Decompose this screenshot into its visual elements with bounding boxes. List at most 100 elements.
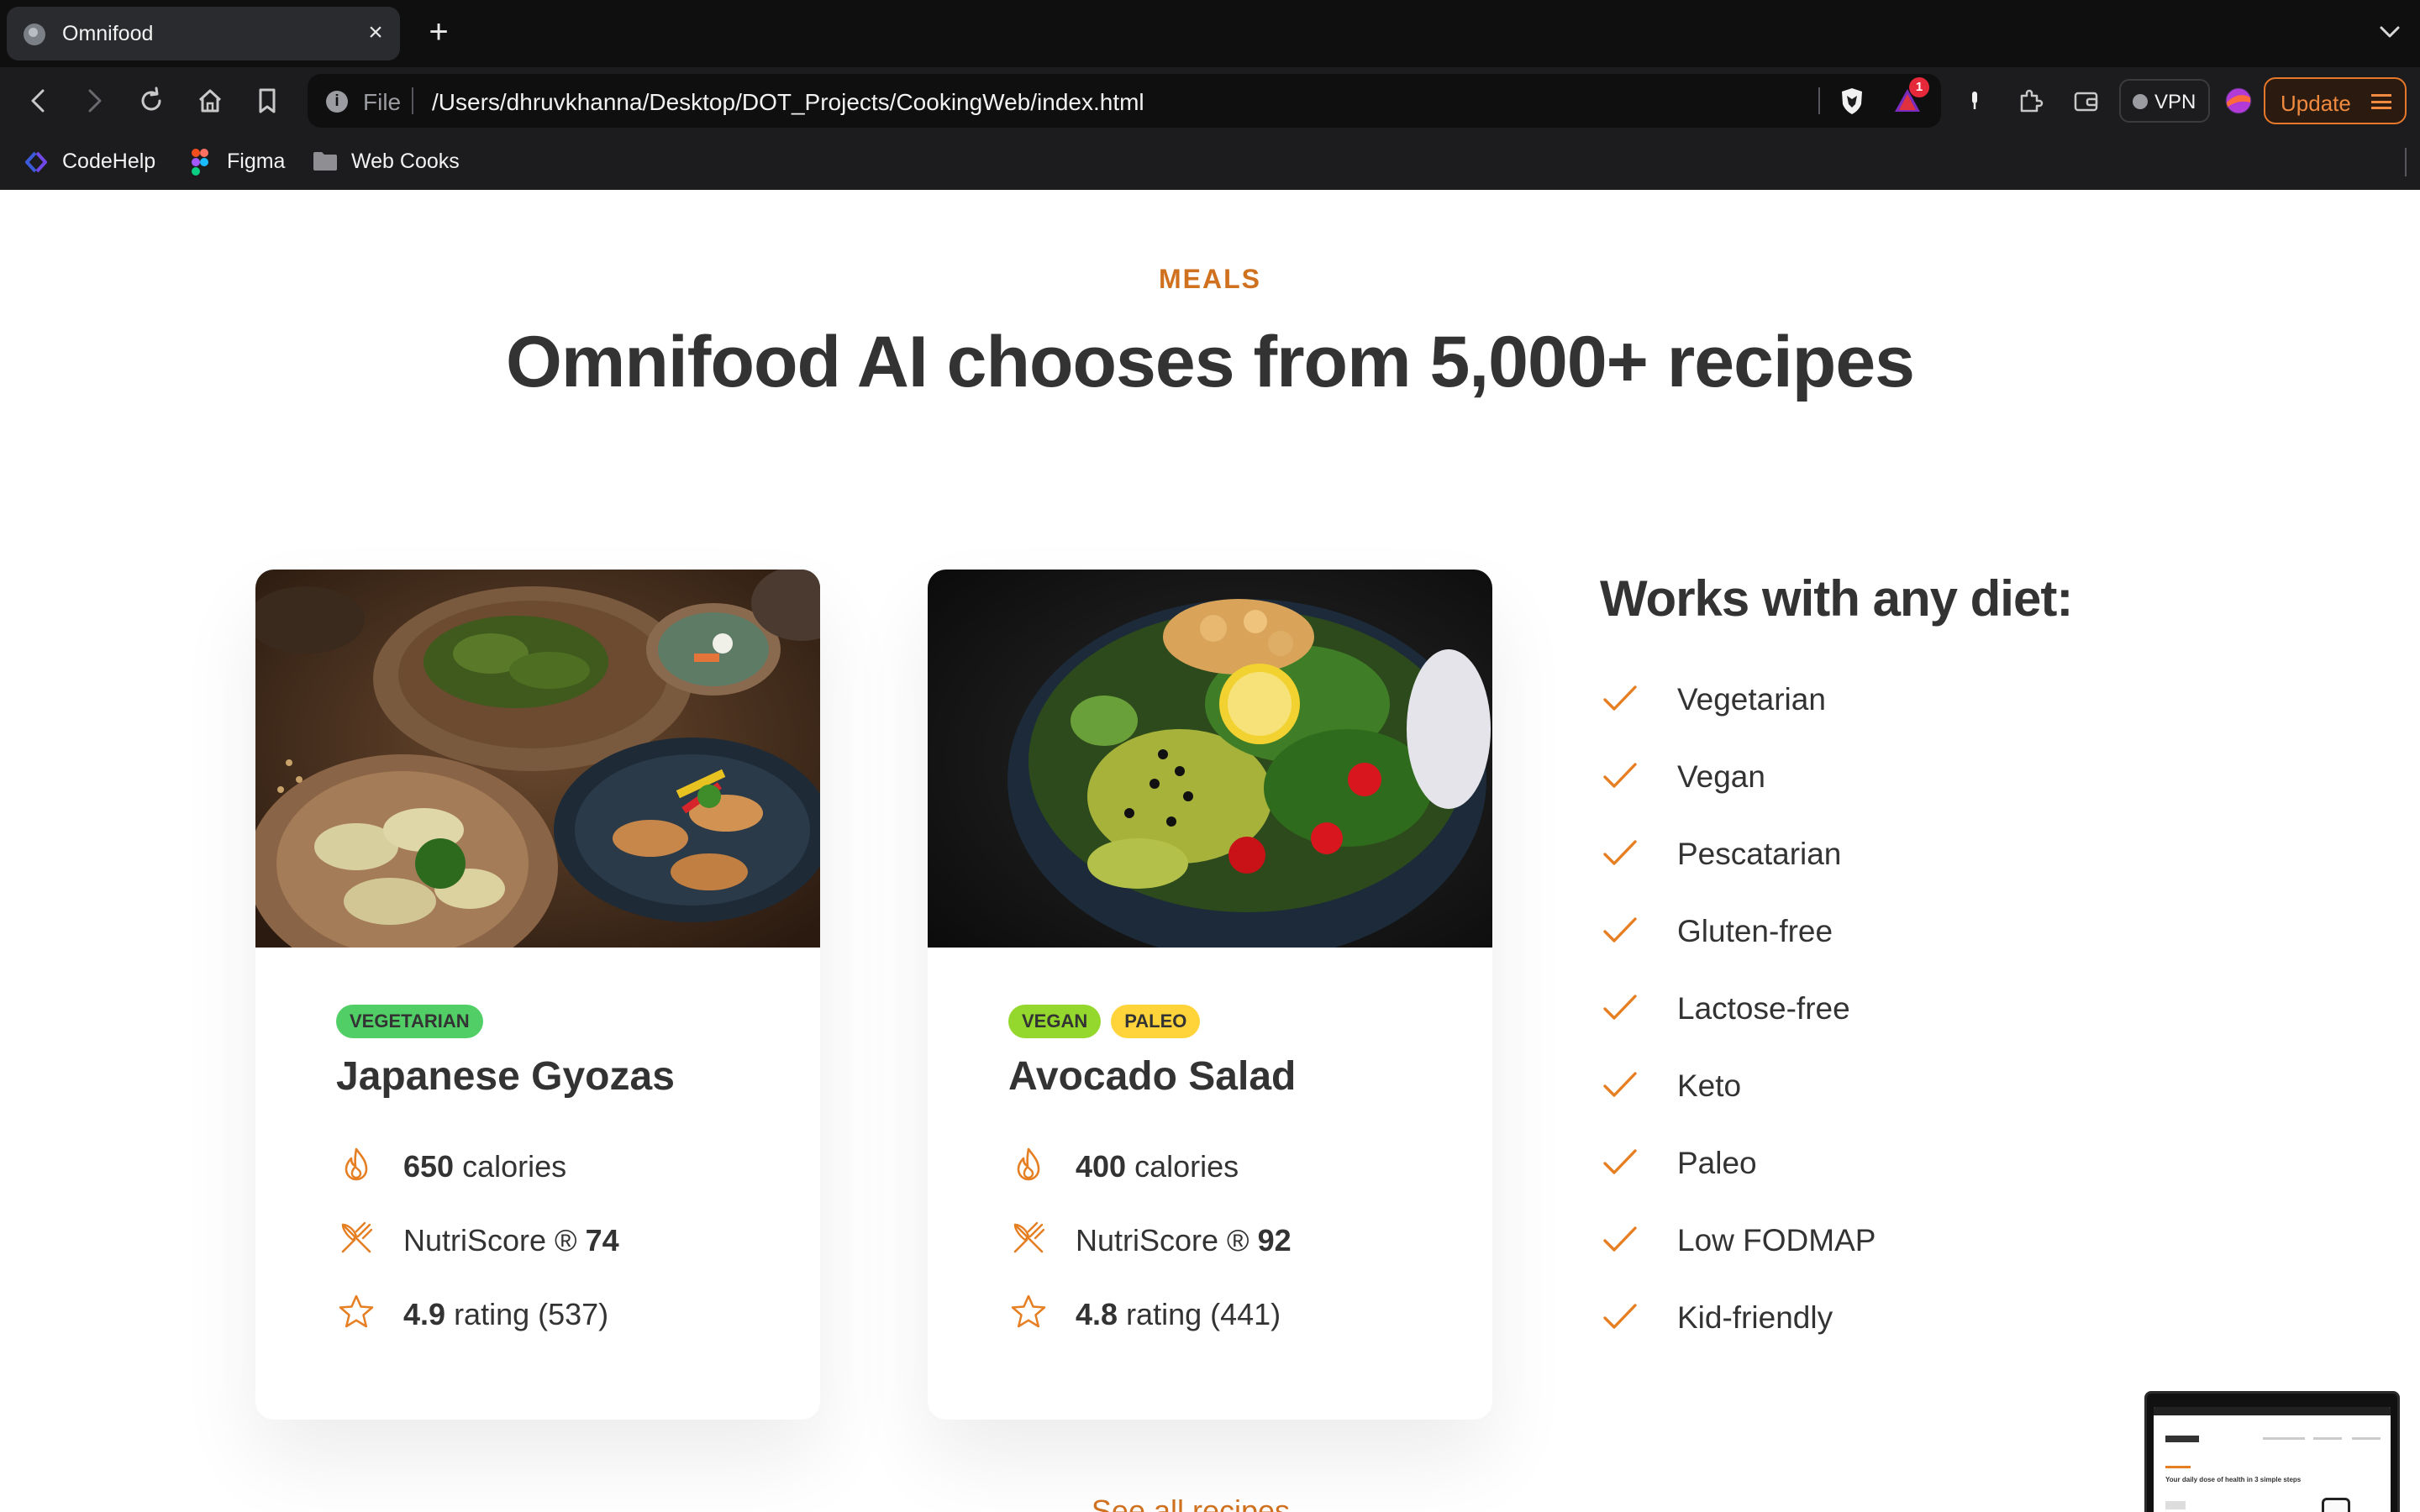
reload-icon[interactable] — [134, 84, 168, 118]
rating-count: rating (441) — [1126, 1297, 1281, 1331]
home-icon[interactable] — [193, 84, 227, 118]
bookmark-codehelp[interactable]: CodeHelp — [24, 146, 175, 176]
url-divider — [1818, 87, 1820, 114]
rating-value: 4.8 — [1076, 1297, 1118, 1331]
url-scheme: File — [363, 89, 402, 115]
section-subheading: MEALS — [1159, 264, 1261, 294]
brave-shields-icon[interactable] — [1835, 84, 1869, 118]
fork-knife-icon — [1013, 1221, 1045, 1253]
hamburger-menu-icon — [2371, 94, 2391, 109]
tag-paleo: PALEO — [1111, 1005, 1201, 1038]
calories-unit: calories — [462, 1149, 567, 1184]
calories-value: 650 — [403, 1149, 455, 1184]
globe-icon — [24, 24, 45, 45]
flame-icon — [1017, 1147, 1040, 1181]
diet-item: Pescatarian — [1600, 830, 2104, 877]
checkmark-icon — [1603, 995, 1637, 1020]
back-icon[interactable] — [22, 84, 55, 118]
calories-unit: calories — [1134, 1149, 1239, 1184]
figma-icon — [192, 149, 208, 176]
update-button[interactable]: Update — [2264, 77, 2407, 124]
notification-badge: 1 — [1909, 77, 1929, 97]
vpn-button[interactable]: VPN — [2119, 79, 2210, 123]
diet-label: Low FODMAP — [1677, 1223, 1876, 1257]
bookmarks-bar: CodeHelp Figma Web Cooks — [0, 134, 2420, 190]
nutriscore-label: NutriScore ® — [403, 1223, 577, 1257]
vpn-status-icon — [2133, 94, 2148, 109]
diet-item: Paleo — [1600, 1139, 2104, 1186]
picture-in-picture-preview[interactable]: Your daily dose of health in 3 simple st… — [2144, 1391, 2400, 1512]
new-tab-button[interactable]: + — [420, 13, 457, 50]
meal-card: VEGAN PALEO Avocado Salad 400 calories N… — [928, 570, 1492, 1420]
bookmarks-divider — [2405, 148, 2407, 176]
tab-title: Omnifood — [62, 22, 154, 45]
diet-list-title: Works with any diet: — [1600, 570, 2073, 627]
bookmark-label: Web Cooks — [351, 150, 460, 173]
diet-label: Pescatarian — [1677, 837, 1842, 871]
meal-title: Avocado Salad — [1008, 1054, 1297, 1099]
diet-label: Kid-friendly — [1677, 1300, 1833, 1335]
avocado-salad-photo — [928, 570, 1492, 948]
diet-label: Paleo — [1677, 1146, 1757, 1180]
update-label: Update — [2281, 91, 2351, 116]
section-heading: Omnifood AI chooses from 5,000+ recipes — [506, 322, 1915, 402]
diet-item: Vegetarian — [1600, 675, 2104, 722]
diet-tags: VEGAN PALEO — [1008, 1005, 1201, 1038]
forward-icon[interactable] — [77, 84, 111, 118]
tag-vegetarian: VEGETARIAN — [336, 1005, 483, 1038]
diet-label: Keto — [1677, 1068, 1742, 1103]
chevron-down-icon[interactable] — [2375, 17, 2405, 47]
see-all-recipes-link[interactable]: See all recipes → — [0, 1494, 2420, 1512]
star-icon — [1011, 1294, 1046, 1328]
nutriscore-value: 92 — [1257, 1223, 1292, 1257]
url-separator — [412, 87, 413, 114]
bookmark-figma[interactable]: Figma — [190, 146, 299, 176]
diet-item: Lactose-free — [1600, 984, 2104, 1032]
nutriscore-value: 74 — [585, 1223, 619, 1257]
extensions-icon[interactable] — [2013, 84, 2047, 118]
microphone-icon[interactable] — [1958, 84, 1991, 118]
vpn-label: VPN — [2154, 91, 2196, 113]
diet-label: Gluten-free — [1677, 914, 1833, 948]
bookmark-label: Figma — [227, 150, 286, 173]
pip-screen: Your daily dose of health in 3 simple st… — [2154, 1407, 2391, 1512]
navigation-toolbar: i File /Users/dhruvkhanna/Desktop/DOT_Pr… — [0, 67, 2420, 134]
diet-label: Vegan — [1677, 759, 1765, 794]
diet-item: Gluten-free — [1600, 907, 2104, 954]
phone-mockup-icon — [2322, 1498, 2350, 1512]
url-text[interactable]: /Users/dhruvkhanna/Desktop/DOT_Projects/… — [432, 89, 1144, 116]
tag-vegan: VEGAN — [1008, 1005, 1102, 1038]
fork-knife-icon — [341, 1221, 373, 1253]
meal-title: Japanese Gyozas — [336, 1054, 675, 1099]
calories-value: 400 — [1076, 1149, 1127, 1184]
codehelp-icon — [25, 151, 47, 173]
tab-bar: Omnifood × + — [0, 0, 2420, 67]
wallet-icon[interactable] — [2069, 84, 2102, 118]
diet-item: Low FODMAP — [1600, 1216, 2104, 1263]
checkmark-icon — [1603, 1072, 1637, 1097]
bookmark-label: CodeHelp — [62, 150, 156, 173]
folder-icon — [313, 152, 337, 171]
checkmark-icon — [1603, 685, 1637, 711]
meals-section: MEALS Omnifood AI chooses from 5,000+ re… — [0, 190, 2420, 1512]
profile-avatar-icon[interactable] — [2222, 84, 2255, 118]
nutriscore-label: NutriScore ® — [1076, 1223, 1249, 1257]
bookmark-icon[interactable] — [250, 84, 284, 118]
info-icon[interactable]: i — [326, 91, 348, 113]
diet-label: Vegetarian — [1677, 682, 1826, 717]
bookmark-web-cooks[interactable]: Web Cooks — [313, 146, 472, 176]
pip-title: Your daily dose of health in 3 simple st… — [2165, 1476, 2302, 1483]
meal-card: VEGETARIAN Japanese Gyozas 650 calories … — [255, 570, 820, 1420]
tab-omnifood[interactable]: Omnifood × — [7, 7, 400, 60]
checkmark-icon — [1603, 1304, 1637, 1329]
diet-item: Vegan — [1600, 753, 2104, 800]
close-tab-icon[interactable]: × — [361, 18, 390, 47]
diet-item: Kid-friendly — [1600, 1294, 2104, 1341]
star-icon — [339, 1294, 374, 1328]
diet-tags: VEGETARIAN — [336, 1005, 483, 1038]
checkmark-icon — [1603, 1226, 1637, 1252]
flame-icon — [345, 1147, 368, 1181]
checkmark-icon — [1603, 917, 1637, 942]
checkmark-icon — [1603, 763, 1637, 788]
address-bar[interactable]: i File /Users/dhruvkhanna/Desktop/DOT_Pr… — [308, 74, 1941, 128]
